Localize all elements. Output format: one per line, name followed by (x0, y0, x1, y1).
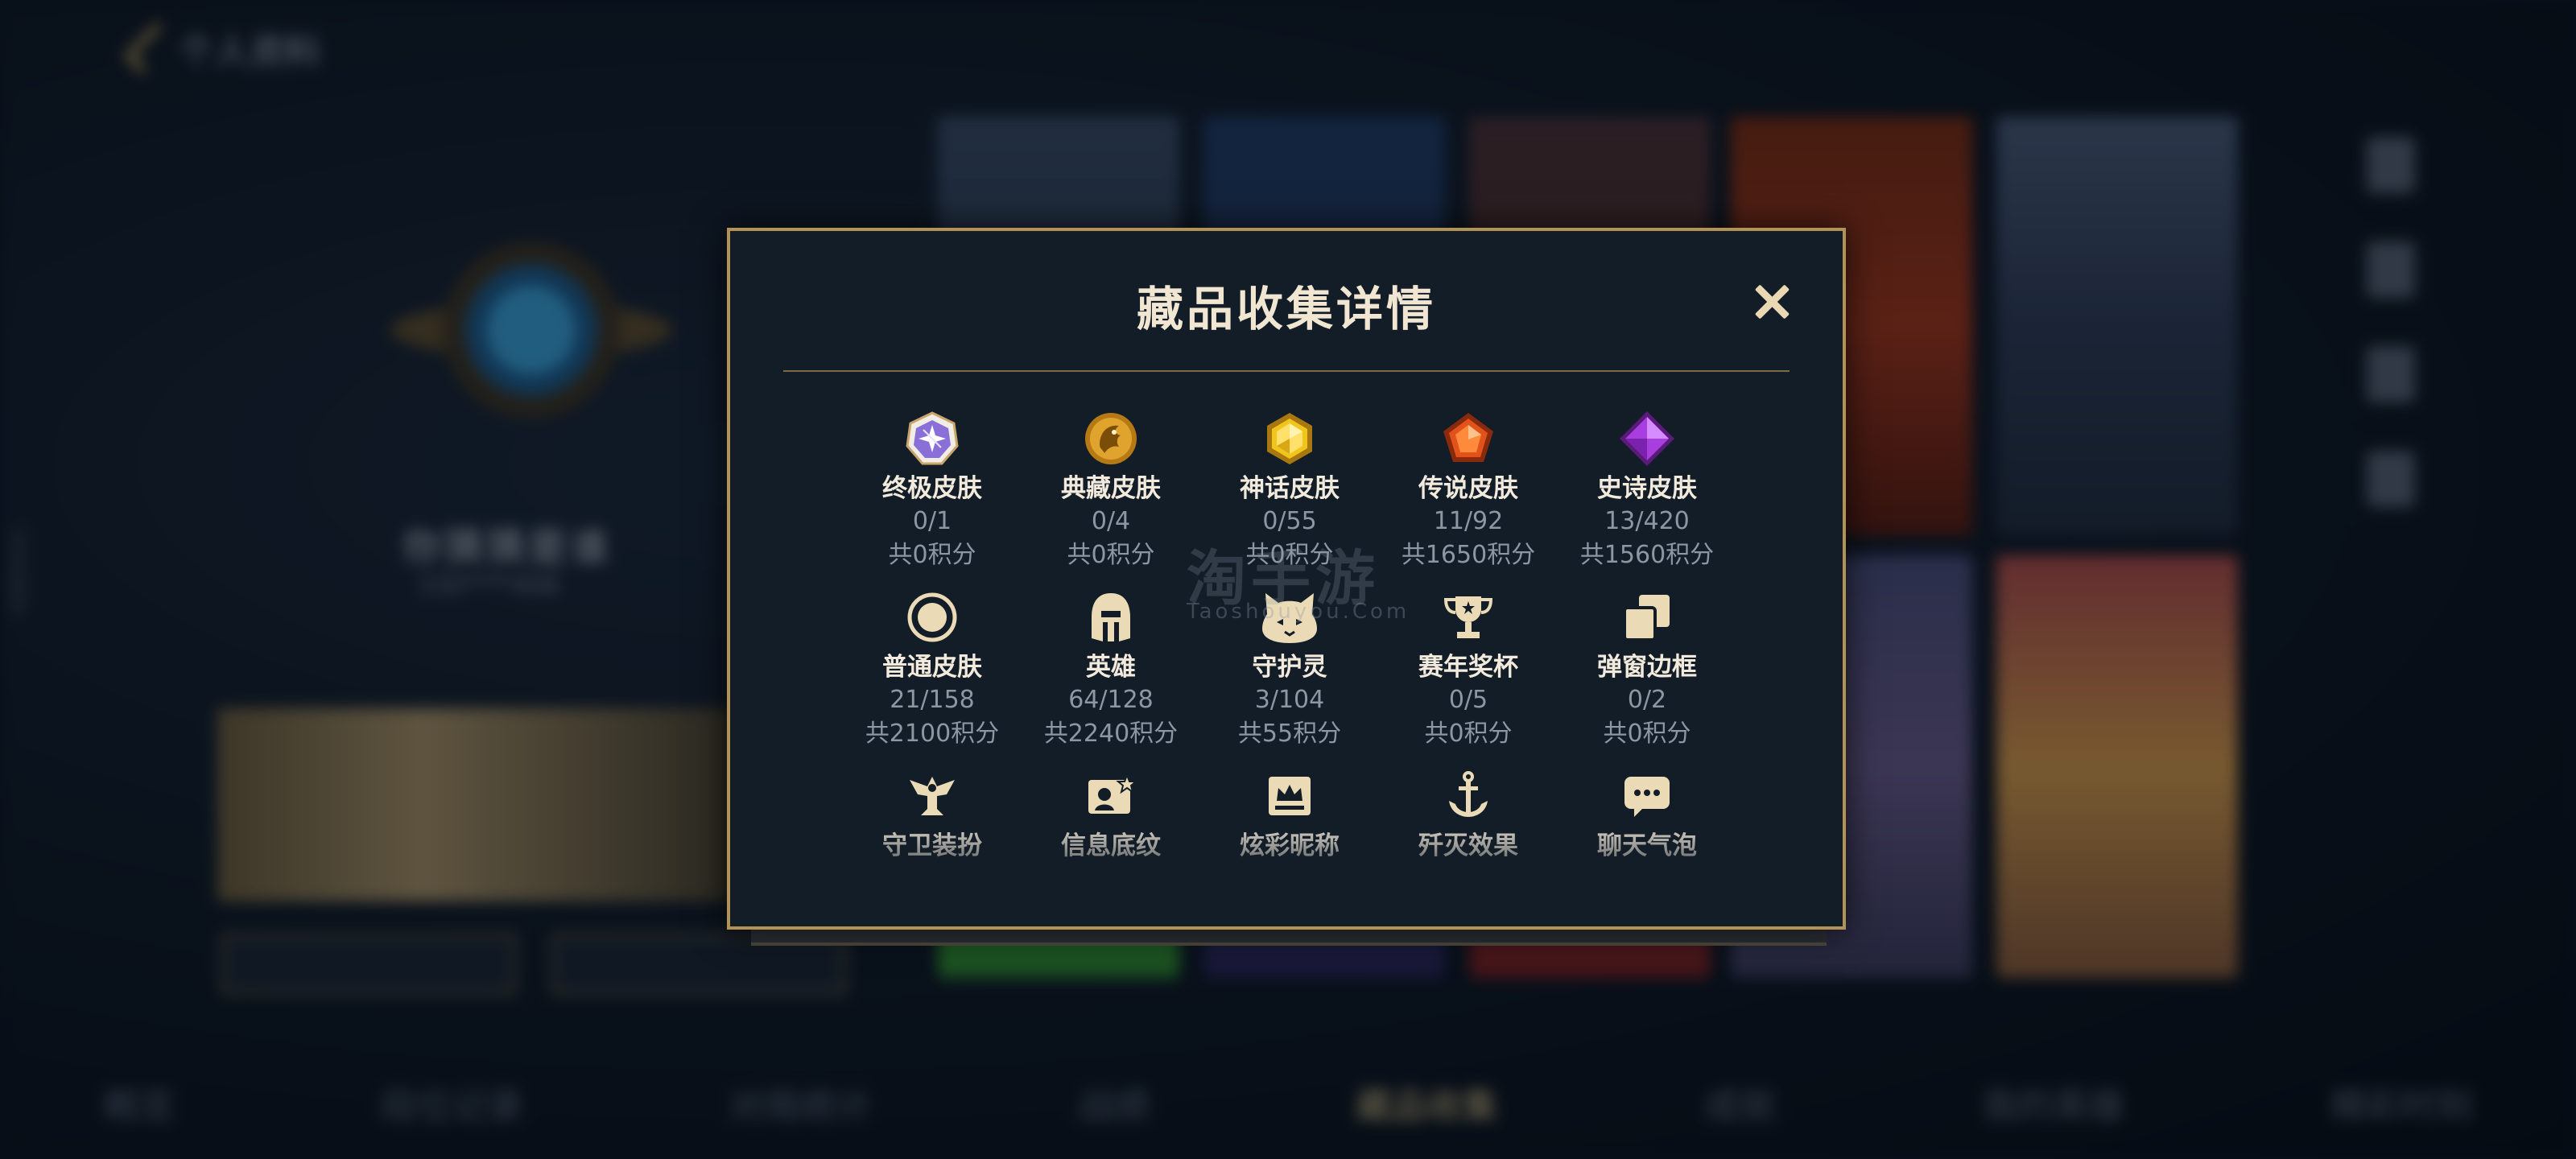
collection-item-legendary-skin[interactable]: 传说皮肤 11/92 共1650积分 (1379, 400, 1558, 579)
close-icon[interactable] (1748, 278, 1796, 326)
collection-details-dialog: 藏品收集详情 终极皮肤 0/1 共0积分 典藏皮肤 0/4 共0积分 神话皮肤 … (727, 228, 1846, 930)
item-points: 共0积分 (1067, 541, 1155, 569)
dragon-skin-icon (1080, 408, 1141, 469)
collection-item-colorful-nickname[interactable]: 炫彩昵称 (1200, 757, 1379, 907)
ward-skin-icon (902, 765, 963, 827)
item-count: 64/128 (1068, 686, 1154, 714)
item-points: 共0积分 (1603, 720, 1691, 748)
item-count: 0/1 (912, 507, 952, 535)
legendary-skin-icon (1438, 408, 1499, 469)
item-name: 普通皮肤 (882, 653, 982, 682)
collection-item-info-card[interactable]: 信息底纹 (1022, 757, 1200, 907)
collection-item-epic-skin[interactable]: 史诗皮肤 13/420 共1560积分 (1558, 400, 1736, 579)
item-name: 歼灭效果 (1418, 831, 1518, 860)
item-points: 共0积分 (888, 541, 976, 569)
item-count: 13/420 (1604, 507, 1690, 535)
helmet-icon (1080, 587, 1141, 648)
mythic-skin-icon (1259, 408, 1320, 469)
item-name: 英雄 (1086, 653, 1136, 682)
item-name: 聊天气泡 (1597, 831, 1697, 860)
item-name: 终极皮肤 (882, 474, 982, 503)
collection-item-ultimate-skin[interactable]: 终极皮肤 0/1 共0积分 (843, 400, 1022, 579)
info-card-icon (1080, 765, 1141, 827)
trophy-icon (1438, 587, 1499, 648)
item-name: 典藏皮肤 (1061, 474, 1161, 503)
watermark-subtext: Taoshouyou.Com (1187, 600, 1410, 624)
item-name: 守卫装扮 (882, 831, 982, 860)
collection-item-chat-bubble[interactable]: 聊天气泡 (1558, 757, 1736, 907)
collection-item-normal-skin[interactable]: 普通皮肤 21/158 共2100积分 (843, 579, 1022, 757)
dialog-title: 藏品收集详情 (1136, 282, 1436, 336)
collection-item-ward-skin[interactable]: 守卫装扮 (843, 757, 1022, 907)
collection-item-annihilation-effect[interactable]: 歼灭效果 (1379, 757, 1558, 907)
item-count: 0/4 (1091, 507, 1131, 535)
divider (783, 370, 1790, 372)
item-points: 共0积分 (1424, 720, 1513, 748)
item-name: 神话皮肤 (1240, 474, 1340, 503)
chat-bubble-icon (1616, 765, 1678, 827)
item-name: 史诗皮肤 (1597, 474, 1697, 503)
item-count: 3/104 (1254, 686, 1325, 714)
item-points: 共55积分 (1237, 720, 1342, 748)
collection-item-popup-frame[interactable]: 弹窗边框 0/2 共0积分 (1558, 579, 1736, 757)
item-name: 弹窗边框 (1597, 653, 1697, 682)
normal-skin-icon (902, 587, 963, 648)
modal-shadow (751, 930, 1827, 946)
item-count: 21/158 (890, 686, 975, 714)
anchor-icon (1438, 765, 1499, 827)
item-count: 0/2 (1627, 686, 1667, 714)
collection-grid: 终极皮肤 0/1 共0积分 典藏皮肤 0/4 共0积分 神话皮肤 0/55 共0… (843, 400, 1736, 907)
collection-item-hero[interactable]: 英雄 64/128 共2240积分 (1022, 579, 1200, 757)
item-points: 共2240积分 (1043, 720, 1179, 748)
item-name: 赛年奖杯 (1418, 653, 1518, 682)
popup-frame-icon (1616, 587, 1678, 648)
item-points: 共2100积分 (865, 720, 1000, 748)
ultimate-skin-icon (902, 408, 963, 469)
item-name: 守护灵 (1252, 653, 1327, 682)
item-points: 共1650积分 (1401, 541, 1536, 569)
item-count: 11/92 (1433, 507, 1504, 535)
item-count: 0/5 (1448, 686, 1488, 714)
crown-nameplate-icon (1259, 765, 1320, 827)
item-name: 炫彩昵称 (1240, 831, 1340, 860)
collection-item-collector-skin[interactable]: 典藏皮肤 0/4 共0积分 (1022, 400, 1200, 579)
item-name: 传说皮肤 (1418, 474, 1518, 503)
epic-skin-icon (1616, 408, 1678, 469)
item-points: 共1560积分 (1579, 541, 1715, 569)
collection-grid-scroll[interactable]: 终极皮肤 0/1 共0积分 典藏皮肤 0/4 共0积分 神话皮肤 0/55 共0… (843, 400, 1736, 907)
item-name: 信息底纹 (1061, 831, 1161, 860)
